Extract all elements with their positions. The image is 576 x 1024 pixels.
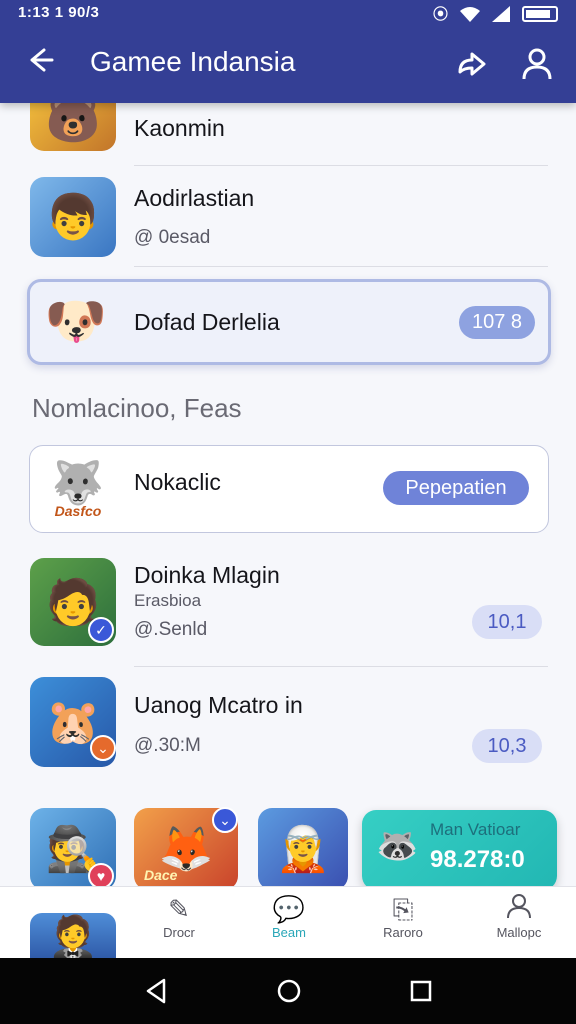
game-icon[interactable]: 🐶: [38, 286, 114, 356]
game-icon[interactable]: 🐻: [30, 103, 116, 151]
person-icon: [522, 48, 552, 80]
chat-icon: 💬: [272, 894, 306, 924]
promo-value: 98.278:0: [430, 846, 525, 873]
arrow-left-icon: [30, 48, 54, 72]
vibrate-icon: ⦿: [432, 6, 448, 23]
nav-tab-raroro[interactable]: ⎘ Raroro: [358, 893, 448, 953]
bottom-navigation: 🤵 ✎ Drocr 💬 Beam ⎘ Raroro Mallopc: [0, 886, 576, 959]
preparation-button[interactable]: Pepeрatien: [383, 471, 529, 505]
game-icon[interactable]: 👦: [30, 177, 116, 257]
bookmark-icon: ⎘: [392, 894, 414, 924]
game-icon-caption: Dasfco: [54, 503, 102, 519]
heart-badge-icon: ♥: [88, 863, 114, 886]
recents-square-icon[interactable]: [406, 976, 436, 1006]
promo-card[interactable]: 🦝 Man Vatioar 98.278:0: [362, 810, 557, 886]
avatar[interactable]: 🤵: [30, 913, 116, 959]
signal-icon: [492, 5, 510, 22]
app-header: 1:13 1 90/3 ⦿ Gamee Indansia: [0, 0, 576, 103]
back-button[interactable]: [24, 44, 64, 84]
score-badge: 107 8: [459, 306, 535, 339]
list-item-subtitle: Erasbioa: [134, 591, 202, 610]
system-navigation-bar: [0, 958, 576, 1024]
nav-tab-drocr[interactable]: ✎ Drocr: [134, 893, 224, 953]
score-badge: 10,1: [472, 605, 542, 639]
raccoon-icon: 🦝: [376, 827, 419, 865]
list-item-title: Kaonmin: [134, 115, 225, 141]
toolbar: Gamee Indansia: [0, 40, 576, 86]
list-item-subtitle: @.30:M: [134, 735, 201, 756]
list-item-subtitle: @.Senld: [134, 619, 208, 640]
divider: [134, 165, 548, 166]
nav-tab-beam[interactable]: 💬 Beam: [244, 893, 334, 953]
status-bar: 1:13 1 90/3 ⦿: [0, 0, 576, 26]
back-triangle-icon[interactable]: [142, 976, 172, 1006]
divider: [134, 666, 548, 667]
score-badge: 10,3: [472, 729, 542, 763]
share-icon: [458, 52, 486, 76]
section-title: Nomlacinoo, Feas: [32, 393, 242, 423]
game-thumbnail[interactable]: 🧝: [258, 808, 348, 886]
divider: [134, 266, 548, 267]
chevron-badge-icon: ⌄: [212, 807, 238, 833]
list-item-title: Nokaclic: [134, 469, 221, 495]
thumbnail-caption: Dace: [144, 867, 178, 883]
wifi-icon: [460, 6, 480, 22]
nav-tab-mallopc[interactable]: Mallopc: [474, 893, 564, 953]
chevron-badge-icon: ⌄: [90, 735, 116, 761]
content-list: 🐻 Kaonmin 👦 Aodirlastian @ 0esad 🐶 Dofad…: [0, 103, 576, 886]
page-title: Gamee Indansia: [90, 46, 296, 77]
status-time: 1:13 1 90/3: [18, 4, 100, 21]
nav-tab-label: Beam: [272, 925, 306, 940]
list-item-subtitle: @ 0esad: [134, 227, 211, 248]
check-badge-icon: ✓: [88, 617, 114, 643]
nav-tab-label: Mallopc: [496, 925, 542, 940]
person-icon: [474, 893, 564, 925]
nav-tab-label: Raroro: [383, 925, 423, 940]
share-button[interactable]: [454, 46, 490, 82]
gamepad-icon: ✎: [168, 894, 190, 924]
promo-label: Man Vatioar: [430, 820, 521, 839]
home-circle-icon[interactable]: [274, 976, 304, 1006]
profile-button[interactable]: [522, 46, 552, 82]
battery-icon: [522, 5, 558, 22]
status-icons: ⦿: [433, 3, 558, 24]
list-item-title: Aodirlastian: [134, 185, 255, 211]
list-item-title: Dofad Derlelia: [134, 309, 280, 335]
list-item-title: Uanog Mcatro in: [134, 692, 303, 718]
nav-tab-label: Drocr: [163, 925, 195, 940]
list-item-title: Doinka Mlagin: [134, 562, 280, 588]
